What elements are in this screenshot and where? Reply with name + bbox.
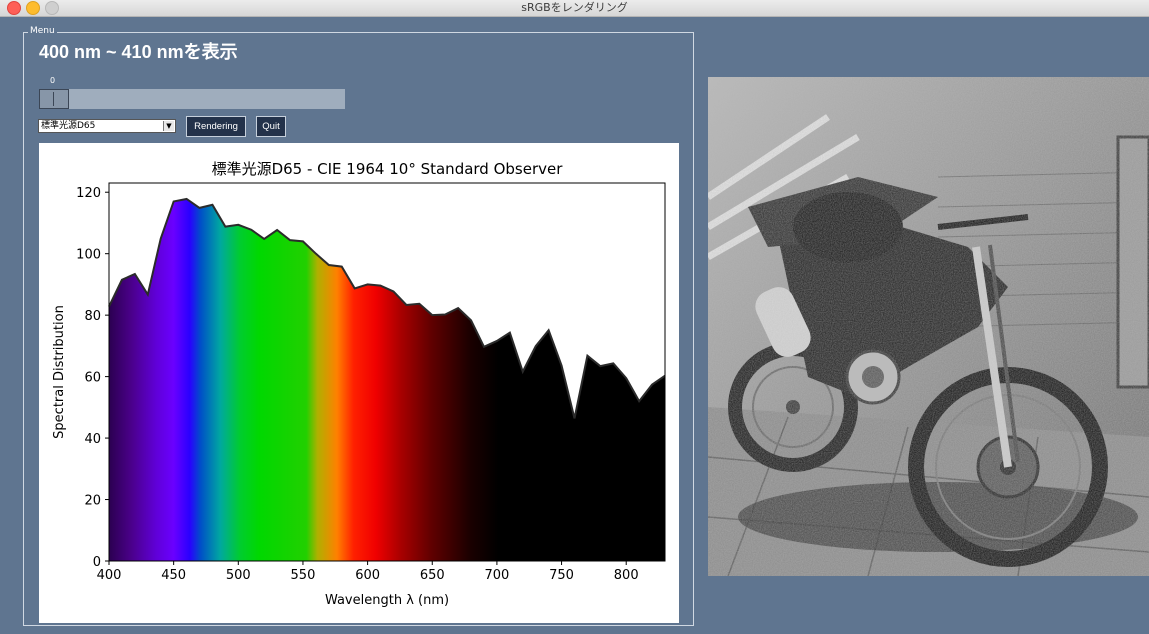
chart-marks <box>108 197 666 562</box>
y-tick-label: 60 <box>84 371 101 386</box>
x-tick-label: 650 <box>420 568 445 583</box>
x-tick-label: 600 <box>355 568 380 583</box>
rendering-button[interactable]: Rendering <box>186 116 246 137</box>
y-axis-label: Spectral Distribution <box>52 305 67 439</box>
motorcycle-photo-svg <box>706 77 1149 577</box>
rendered-photo <box>706 77 1149 577</box>
x-tick-label: 700 <box>484 568 509 583</box>
x-tick-label: 500 <box>226 568 251 583</box>
quit-button[interactable]: Quit <box>256 116 286 137</box>
illuminant-select-value: 標準光源D65 <box>41 121 96 131</box>
x-tick-label: 400 <box>97 568 122 583</box>
x-tick-label: 550 <box>291 568 316 583</box>
y-tick-label: 0 <box>93 555 101 570</box>
y-tick-label: 120 <box>76 186 101 201</box>
y-tick-label: 20 <box>84 494 101 509</box>
x-tick-label: 800 <box>614 568 639 583</box>
y-tick-label: 100 <box>76 248 101 263</box>
wavelength-slider-thumb[interactable] <box>39 89 69 109</box>
illuminant-select[interactable]: 標準光源D65 ▼ <box>38 119 176 133</box>
chevron-down-icon[interactable]: ▼ <box>163 121 174 131</box>
x-tick-label: 750 <box>549 568 574 583</box>
spectral-chart: 標準光源D65 - CIE 1964 10° Standard Observer… <box>39 143 679 623</box>
spectral-chart-svg: 標準光源D65 - CIE 1964 10° Standard Observer… <box>52 160 666 608</box>
chart-title: 標準光源D65 - CIE 1964 10° Standard Observer <box>212 160 564 178</box>
window-titlebar: sRGBをレンダリング <box>0 0 1149 17</box>
x-axis-label: Wavelength λ (nm) <box>325 593 449 608</box>
wavelength-slider-track[interactable] <box>39 89 345 109</box>
window-title: sRGBをレンダリング <box>521 1 628 14</box>
x-tick-label: 450 <box>161 568 186 583</box>
slider-value-label: 0 <box>50 76 56 85</box>
menu-legend: Menu <box>28 25 57 37</box>
wavelength-range-heading: 400 nm ~ 410 nmを表示 <box>39 42 238 62</box>
y-tick-label: 80 <box>84 309 101 324</box>
y-tick-label: 40 <box>84 432 101 447</box>
